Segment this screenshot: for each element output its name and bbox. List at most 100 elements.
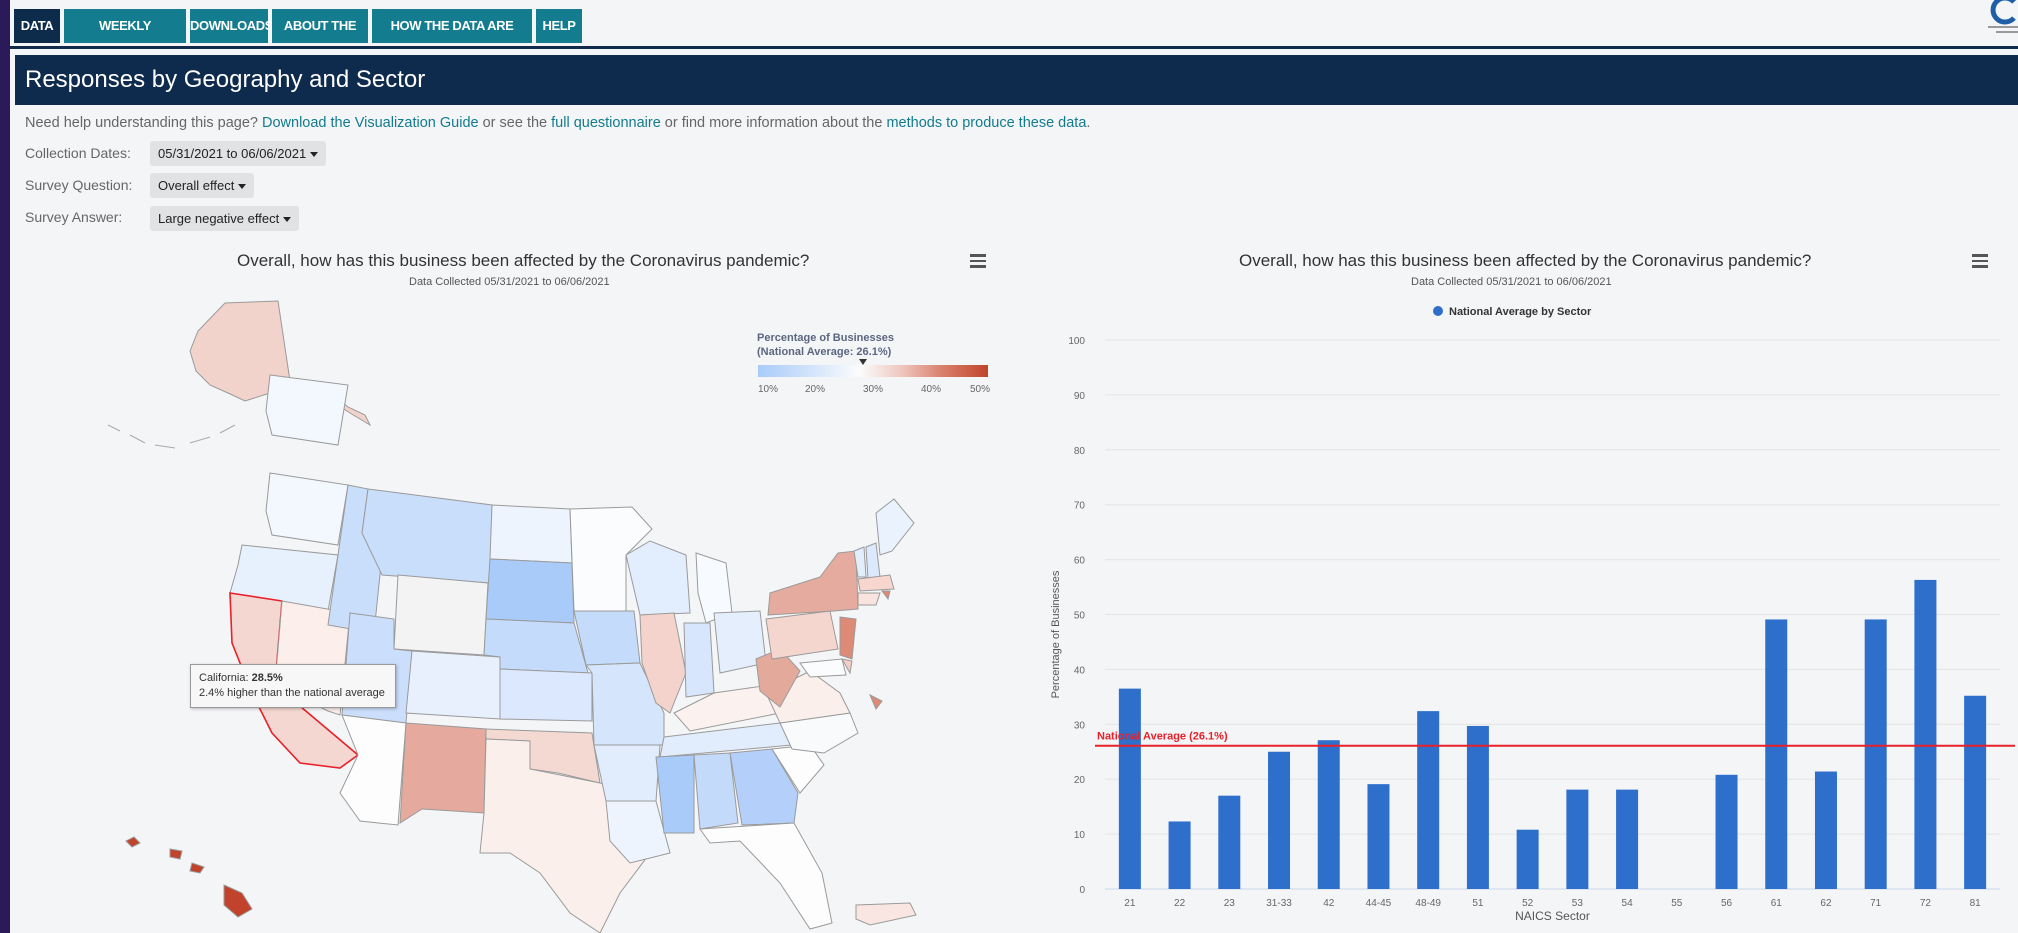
state-washington [265,374,349,446]
census-logo-icon [1988,0,2018,33]
bar [1616,789,1639,889]
state-washington-main [265,472,349,546]
tab-about-the-data[interactable]: ABOUT THE DATA [272,9,368,67]
tab-downloads[interactable]: DOWNLOADS [190,9,273,43]
y-tick-label: 50 [1074,611,1086,622]
series-legend[interactable]: National Average by Sector [1433,306,1591,318]
us-choropleth-map [107,300,917,933]
nav-divider [10,46,2018,49]
map-chart-title: Overall, how has this business been affe… [237,251,810,270]
tab-help[interactable]: HELP [536,9,582,43]
bar [1317,740,1340,889]
tooltip-line-1: California: 28.5% [199,671,387,686]
tooltip-value: 28.5% [251,672,283,684]
alaska-islands [107,424,236,449]
state-new-jersey [839,616,857,660]
state-connecticut [857,592,881,606]
survey-question-value: Overall effect [158,178,235,193]
state-pennsylvania [765,610,839,660]
state-nebraska [483,618,589,674]
x-tick-label: 51 [1472,898,1484,909]
help-text-3: or find more information about the [660,115,887,131]
x-tick-label: 31-33 [1266,898,1292,909]
state-rhode-island [881,590,891,601]
state-maine [875,498,915,556]
methods-link[interactable]: methods to produce these data [886,115,1086,131]
state-new-mexico [399,722,487,824]
state-new-york [767,550,859,616]
bar [1417,711,1440,889]
tab-how-data-collected[interactable]: HOW THE DATA ARE COLLECTED [372,9,532,67]
bar [1566,789,1589,889]
help-text-1: Need help understanding this page? [25,115,263,131]
x-tick-label: 21 [1124,898,1136,909]
survey-question-label: Survey Question: [25,177,133,193]
state-wisconsin [625,540,691,616]
x-tick-label: 42 [1323,898,1335,909]
bar [1516,829,1539,889]
bar [1168,821,1191,889]
bar [1715,774,1738,889]
x-tick-label: 55 [1671,898,1683,909]
bar-chart-plot: 0 10 20 30 40 50 60 70 80 90 100 21 22 23 31-33 42 44-45… [1050,336,2015,923]
bar [1118,688,1141,889]
x-tick-label: 81 [1970,898,1982,909]
y-tick-label: 10 [1074,830,1086,841]
collection-dates-label: Collection Dates: [25,145,131,161]
state-montana [361,488,493,584]
x-tick-label: 48-49 [1415,898,1441,909]
chevron-down-icon [310,152,319,158]
x-tick-label: 62 [1820,898,1832,909]
bar [1268,751,1291,889]
y-tick-label: 30 [1074,720,1086,731]
state-iowa [573,610,641,666]
x-axis-title: NAICS Sector [1515,909,1590,923]
x-tick-label: 23 [1224,898,1236,909]
x-tick-label: 72 [1920,898,1932,909]
map-chart-menu-icon[interactable] [970,254,986,268]
x-tick-label: 56 [1721,898,1733,909]
survey-question-dropdown[interactable]: Overall effect [150,173,255,198]
x-tick-label: 22 [1174,898,1186,909]
state-florida [699,822,833,930]
page-header: Responses by Geography and Sector [15,55,2018,105]
x-tick-label: 53 [1572,898,1584,909]
tab-data[interactable]: DATA [14,9,60,43]
national-average-label: National Average (26.1%) [1097,731,1228,743]
y-tick-label: 20 [1074,775,1086,786]
survey-answer-dropdown[interactable]: Large negative effect [150,206,300,231]
x-tick-label: 52 [1522,898,1534,909]
bar [1367,784,1390,889]
bar [1218,795,1241,889]
help-line: Need help understanding this page? Downl… [25,115,1090,131]
bar-chart-menu-icon[interactable] [1972,254,1988,268]
visualization-guide-link[interactable]: Download the Visualization Guide [262,115,479,131]
tab-weekly-comparisons[interactable]: WEEKLY COMPARISONS [64,9,186,67]
map-chart-subtitle: Data Collected 05/31/2021 to 06/06/2021 [409,276,610,288]
y-tick-label: 60 [1074,556,1086,567]
y-tick-label: 70 [1074,501,1086,512]
bar [1864,619,1887,889]
y-tick-label: 0 [1079,885,1085,896]
survey-answer-label: Survey Answer: [25,209,123,225]
x-tick-label: 61 [1771,898,1783,909]
chevron-down-icon [238,184,247,190]
full-questionnaire-link[interactable]: full questionnaire [551,115,661,131]
tooltip-note: 2.4% higher than the national average [199,687,385,699]
map-tooltip: California: 28.5% 2.4% higher than the n… [190,664,396,708]
collection-dates-dropdown[interactable]: 05/31/2021 to 06/06/2021 [150,141,327,166]
x-tick-label: 44-45 [1366,898,1392,909]
bar [1964,695,1987,889]
state-dc-marker [869,693,883,710]
series-legend-dot-icon [1433,306,1443,316]
puerto-rico [855,902,917,926]
y-tick-label: 90 [1074,391,1086,402]
state-south-dakota [485,558,575,624]
y-tick-label: 80 [1074,446,1086,457]
top-nav: DATA WEEKLY COMPARISONS DOWNLOADS ABOUT … [10,0,2018,67]
series-legend-label: National Average by Sector [1449,306,1592,318]
state-wyoming [393,574,489,656]
y-tick-label: 100 [1068,336,1085,347]
state-arizona [339,714,407,826]
page-title: Responses by Geography and Sector [25,66,426,93]
